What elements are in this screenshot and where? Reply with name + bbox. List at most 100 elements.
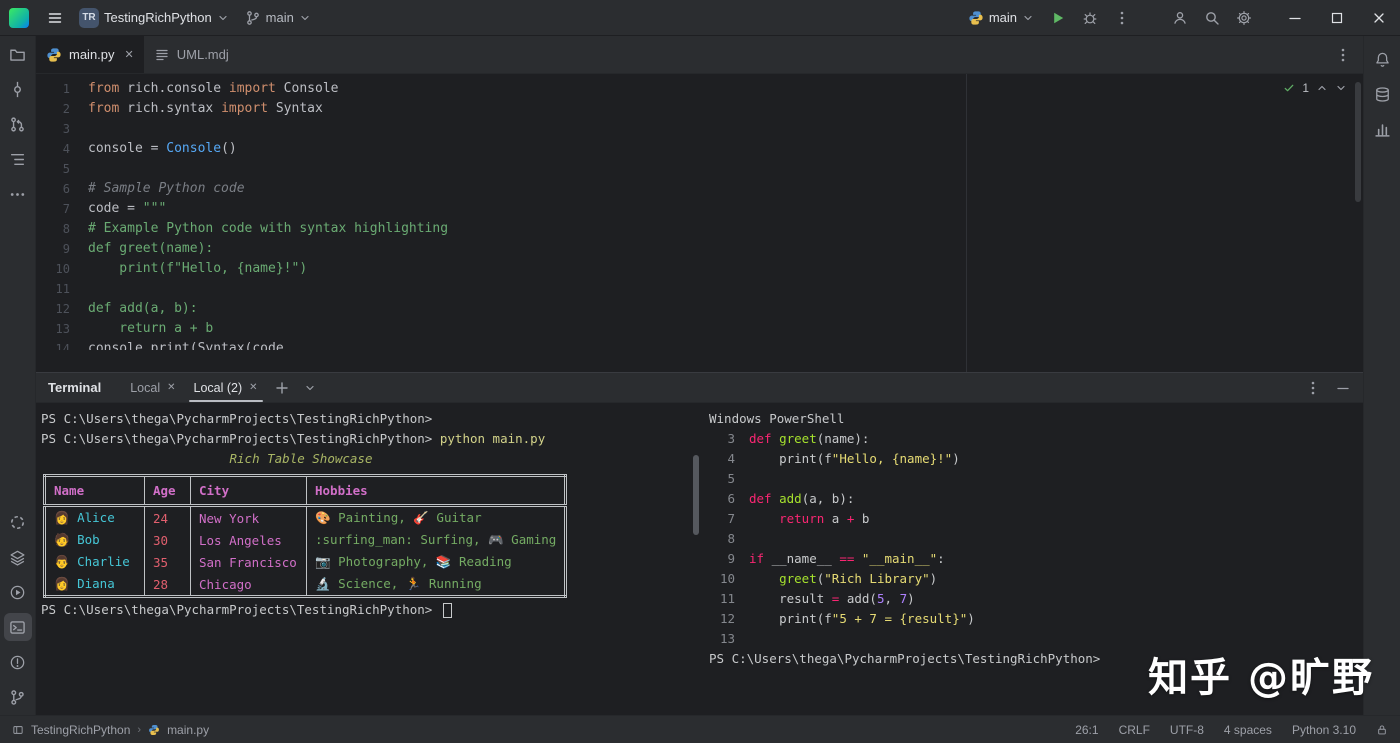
editor-tab-bar: main.py✕UML.mdj [36,36,1363,74]
branch-selector-button[interactable]: main [237,4,319,32]
status-item-crlf[interactable]: CRLF [1119,723,1150,737]
text-segment: console = [88,141,166,156]
next-problem-icon[interactable] [1335,82,1347,94]
title-bar-left: TR TestingRichPython main [0,0,319,35]
code-line[interactable]: 5 [36,159,1363,179]
tab-bar-actions [1335,36,1363,73]
code-line[interactable]: 10 print(f"Hello, {name}!") [36,259,1363,279]
code-line[interactable]: 2from rich.syntax import Syntax [36,99,1363,119]
inspection-widget[interactable]: 1 [1283,81,1347,95]
terminal-tab-dropdown-button[interactable] [297,373,323,402]
editor-tab-uml-mdj[interactable]: UML.mdj [144,36,239,73]
terminal-options-icon[interactable] [1305,380,1321,396]
status-item-utf-8[interactable]: UTF-8 [1170,723,1204,737]
text-segment: 8 [709,529,735,549]
run-button[interactable] [1042,4,1074,32]
toolwindow-structure-button[interactable] [4,145,32,173]
run-configuration-selector[interactable]: main [960,4,1042,32]
table-cell: 👨 Charlie [45,551,145,573]
maximize-button[interactable] [1316,0,1358,36]
text-segment: def greet(name): [88,241,213,256]
run-icon [9,584,26,601]
breadcrumb-project[interactable]: TestingRichPython [31,723,130,737]
text-segment: PS C:\Users\thega\PycharmProjects\Testin… [709,651,1100,666]
code-line[interactable]: 1from rich.console import Console [36,79,1363,99]
toolwindow-profiler-button[interactable] [1368,115,1396,143]
text-segment: print(f"Hello, {name}!") [88,261,307,276]
terminal-tab-local-2-[interactable]: Local (2)✕ [185,373,267,402]
hide-panel-icon[interactable] [1335,380,1351,396]
terminal-tab-local[interactable]: Local✕ [121,373,184,402]
toolwindow-pull-requests-button[interactable] [4,110,32,138]
tab-options-icon[interactable] [1335,47,1351,63]
toolwindow-services-button[interactable] [4,543,32,571]
search-everywhere-button[interactable] [1196,4,1228,32]
code-line[interactable]: 8# Example Python code with syntax highl… [36,219,1363,239]
code-line[interactable]: 3 [36,119,1363,139]
minimize-button[interactable] [1274,0,1316,36]
branch-name: main [266,10,294,25]
lock-icon[interactable] [1376,724,1388,736]
status-item-26-1[interactable]: 26:1 [1075,723,1098,737]
code-line[interactable]: 7code = """ [36,199,1363,219]
terminal-pane-left[interactable]: PS C:\Users\thega\PycharmProjects\Testin… [36,403,692,715]
terminal-header: Terminal Local✕Local (2)✕ [36,373,1363,403]
code-line[interactable]: 4console = Console() [36,139,1363,159]
main-menu-button[interactable] [39,4,71,32]
toolwindow-project-button[interactable] [4,40,32,68]
status-item-4-spaces[interactable]: 4 spaces [1224,723,1272,737]
new-terminal-tab-button[interactable] [267,373,297,402]
breadcrumb-file[interactable]: main.py [167,723,209,737]
table-cell: :surfing_man: Surfing, 🎮 Gaming [307,529,566,551]
watermark: 知乎 @旷野 [1148,645,1374,703]
tab-close-icon[interactable]: ✕ [125,48,134,61]
toolwindow-terminal-button[interactable] [4,613,32,641]
code-line[interactable]: 13 return a + b [36,319,1363,339]
code-line[interactable]: 9def greet(name): [36,239,1363,259]
code-line[interactable]: 6# Sample Python code [36,179,1363,199]
editor-tab-main-py[interactable]: main.py✕ [36,36,144,73]
breadcrumb: TestingRichPython › main.py [12,723,209,737]
table-row: 🧑 Bob30Los Angeles:surfing_man: Surfing,… [45,529,566,551]
toolwindow-python-packages-button[interactable] [4,508,32,536]
code-line[interactable]: 14console.print(Syntax(code, [36,339,1363,350]
text-segment: import [221,101,268,116]
project-selector-button[interactable]: TR TestingRichPython [71,4,237,32]
editor-scrollbar[interactable] [1355,82,1361,202]
code-with-me-button[interactable] [1164,4,1196,32]
toolwindow-notifications-button[interactable] [1368,45,1396,73]
database-icon [1374,86,1391,103]
toolwindow-problems-button[interactable] [4,648,32,676]
settings-button[interactable] [1228,4,1260,32]
terminal-scrollbar-thumb[interactable] [693,455,699,535]
toolwindow-more-tool-windows-button[interactable] [4,180,32,208]
toolwindow-version-control-button[interactable] [4,683,32,711]
toolwindow-run-button[interactable] [4,578,32,606]
breadcrumb-separator: › [137,724,141,736]
terminal-code-line: 9if __name__ == "__main__": [709,549,1363,569]
status-item-python-3.10[interactable]: Python 3.10 [1292,723,1356,737]
status-bar: TestingRichPython › main.py 26:1 CRLF UTF-… [0,715,1400,743]
plus-icon [274,380,290,396]
close-button[interactable] [1358,0,1400,36]
code-line[interactable]: 11 [36,279,1363,299]
text-segment: 3 [709,429,735,449]
text-segment: greet [779,571,817,586]
code-editor[interactable]: 1from rich.console import Console2from r… [36,74,1363,372]
text-segment: # Example Python code with syntax highli… [88,221,448,236]
code-line[interactable]: 12def add(a, b): [36,299,1363,319]
tab-close-icon[interactable]: ✕ [167,382,175,393]
terminal-icon [9,619,26,636]
more-run-actions-button[interactable] [1106,4,1138,32]
debug-button[interactable] [1074,4,1106,32]
tab-close-icon[interactable]: ✕ [249,382,257,393]
text-segment: python main.py [440,431,545,446]
toolwindow-commit-button[interactable] [4,75,32,103]
text-segment: import [229,81,276,96]
terminal-panel-title[interactable]: Terminal [48,373,101,402]
terminal-line: PS C:\Users\thega\PycharmProjects\Testin… [41,429,692,449]
text-segment: (a, b): [802,491,855,506]
previous-problem-icon[interactable] [1316,82,1328,94]
text-segment: PS C:\Users\thega\PycharmProjects\Testin… [41,431,432,446]
toolwindow-database-button[interactable] [1368,80,1396,108]
